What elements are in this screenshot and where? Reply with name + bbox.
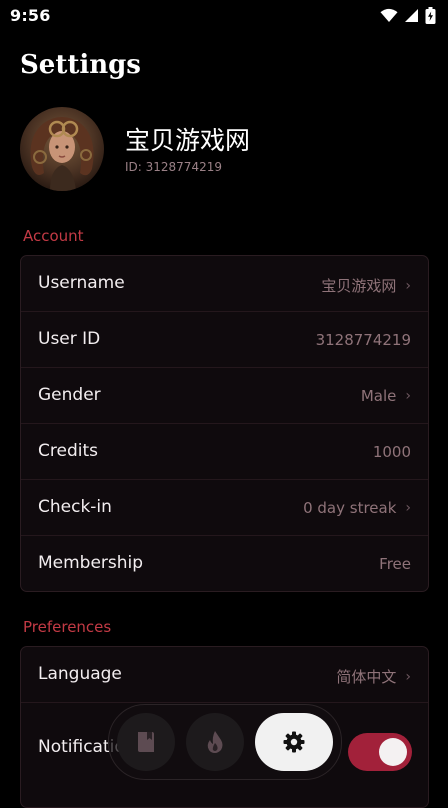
profile-id: ID: 3128774219 <box>125 160 222 174</box>
section-label-account: Account <box>23 227 84 245</box>
signal-icon <box>405 9 418 22</box>
wifi-icon <box>380 8 398 22</box>
row-language[interactable]: Language 简体中文 › <box>21 647 428 703</box>
book-icon <box>138 732 154 752</box>
row-label: Gender <box>38 385 101 405</box>
row-membership: Membership Free <box>21 536 428 591</box>
status-bar: 9:56 <box>0 0 448 32</box>
row-value-text: Free <box>379 555 411 573</box>
row-value: Free <box>379 555 411 573</box>
row-label: Username <box>38 273 125 293</box>
row-value-text: Male <box>360 387 397 405</box>
page-title: Settings <box>20 50 141 80</box>
status-time: 9:56 <box>10 6 51 25</box>
row-label: Check-in <box>38 497 112 517</box>
chevron-right-icon: › <box>405 500 411 516</box>
row-label: Credits <box>38 441 98 461</box>
row-label: User ID <box>38 329 101 349</box>
nav-hot-button[interactable] <box>186 713 244 771</box>
row-user-id: User ID 3128774219 <box>21 312 428 368</box>
row-value: 简体中文 › <box>336 666 411 687</box>
battery-icon <box>425 7 436 24</box>
row-value-text: 宝贝游戏网 <box>321 277 397 295</box>
row-value: 3128774219 <box>316 331 411 349</box>
row-username[interactable]: Username 宝贝游戏网 › <box>21 256 428 312</box>
flame-icon <box>207 731 223 753</box>
notifications-toggle[interactable] <box>348 733 412 771</box>
bottom-nav <box>108 704 342 780</box>
row-gender[interactable]: Gender Male › <box>21 368 428 424</box>
row-value-text: 0 day streak <box>303 499 397 517</box>
chevron-right-icon: › <box>405 668 411 685</box>
row-credits: Credits 1000 <box>21 424 428 480</box>
chevron-right-icon: › <box>405 388 411 404</box>
row-value: 1000 <box>373 443 411 461</box>
row-value-text: 1000 <box>372 443 411 461</box>
avatar[interactable] <box>20 107 104 191</box>
section-label-preferences: Preferences <box>23 618 112 636</box>
row-value: Male › <box>361 387 411 405</box>
nav-settings-button[interactable] <box>255 713 333 771</box>
profile-name: 宝贝游戏网 <box>125 126 251 155</box>
status-icons <box>380 7 436 24</box>
row-value: 0 day streak › <box>303 499 411 517</box>
chevron-right-icon: › <box>405 277 411 294</box>
row-label: Membership <box>38 553 144 573</box>
row-value-text: 3128774219 <box>315 331 411 349</box>
row-value-text: 简体中文 <box>336 668 397 686</box>
row-label: Language <box>38 664 122 684</box>
row-check-in[interactable]: Check-in 0 day streak › <box>21 480 428 536</box>
row-value: 宝贝游戏网 › <box>321 275 411 296</box>
gear-icon <box>283 731 305 753</box>
nav-library-button[interactable] <box>117 713 175 771</box>
account-card: Username 宝贝游戏网 › User ID 3128774219 Gend… <box>20 255 429 592</box>
toggle-knob <box>379 738 407 766</box>
